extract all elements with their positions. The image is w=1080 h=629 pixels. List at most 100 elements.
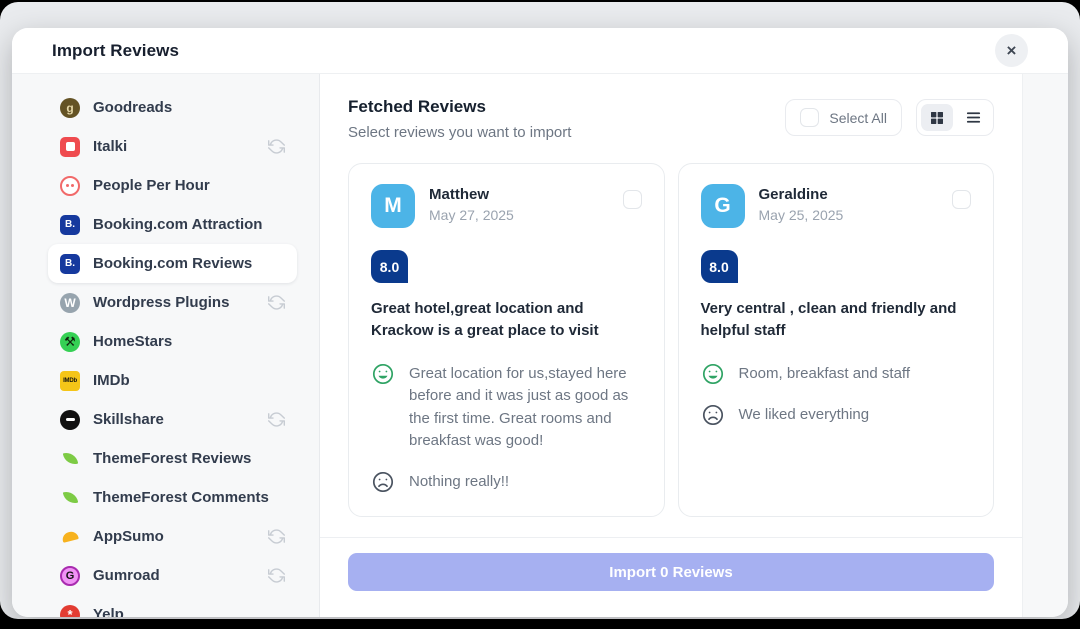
review-checkbox[interactable]: [623, 190, 642, 209]
modal-footer: Import 0 Reviews: [320, 537, 1022, 617]
sidebar-item-label: ThemeForest Reviews: [93, 450, 285, 467]
themeforest-icon: [60, 449, 80, 469]
sidebar-item-goodreads[interactable]: g Goodreads: [48, 88, 297, 127]
reviewer-info: Matthew May 27, 2025: [429, 184, 609, 223]
sidebar-item-label: Yelp: [93, 606, 285, 617]
review-checkbox[interactable]: [952, 190, 971, 209]
yelp-icon: *: [60, 605, 80, 618]
review-card-header: M Matthew May 27, 2025: [371, 184, 642, 228]
import-reviews-button[interactable]: Import 0 Reviews: [348, 553, 994, 591]
reviewer-info: Geraldine May 25, 2025: [759, 184, 939, 223]
list-icon: [965, 109, 982, 126]
modal-body: g Goodreads Italki People Per Hour B. Bo…: [12, 74, 1068, 617]
sad-face-icon: [371, 470, 395, 494]
review-card[interactable]: M Matthew May 27, 2025 8.0 Great hotel,g…: [348, 163, 665, 517]
avatar: M: [371, 184, 415, 228]
sidebar-item-gumroad[interactable]: G Gumroad: [48, 556, 297, 595]
scrollbar-gutter[interactable]: [1022, 74, 1068, 617]
review-card[interactable]: G Geraldine May 25, 2025 8.0 Very centra…: [678, 163, 995, 517]
sidebar-item-italki[interactable]: Italki: [48, 127, 297, 166]
cons-row: We liked everything: [701, 403, 972, 427]
grid-view-button[interactable]: [921, 104, 953, 131]
sidebar-item-label: ThemeForest Comments: [93, 489, 285, 506]
review-card-header: G Geraldine May 25, 2025: [701, 184, 972, 228]
cons-text: Nothing really!!: [409, 470, 509, 494]
sidebar-item-booking-attraction[interactable]: B. Booking.com Attraction: [48, 205, 297, 244]
reviewer-name: Geraldine: [759, 186, 939, 203]
select-all-label: Select All: [829, 110, 887, 126]
list-view-button[interactable]: [957, 104, 989, 131]
review-cards-grid: M Matthew May 27, 2025 8.0 Great hotel,g…: [348, 163, 994, 517]
people-per-hour-icon: [60, 176, 80, 196]
reviews-header: Fetched Reviews Select reviews you want …: [348, 97, 994, 141]
sad-face-icon: [701, 403, 725, 427]
close-icon: ×: [1007, 41, 1017, 61]
fetched-reviews-panel: Fetched Reviews Select reviews you want …: [320, 74, 1022, 617]
sidebar-item-appsumo[interactable]: AppSumo: [48, 517, 297, 556]
sidebar-item-people-per-hour[interactable]: People Per Hour: [48, 166, 297, 205]
rating-badge: 8.0: [371, 250, 408, 283]
sidebar-item-wordpress-plugins[interactable]: W Wordpress Plugins: [48, 283, 297, 322]
avatar: G: [701, 184, 745, 228]
sidebar-item-label: Booking.com Attraction: [93, 216, 285, 233]
modal-title: Import Reviews: [52, 41, 179, 61]
modal-header: Import Reviews ×: [12, 28, 1068, 74]
close-button[interactable]: ×: [995, 34, 1028, 67]
sync-icon[interactable]: [268, 294, 285, 311]
booking-icon: B.: [60, 215, 80, 235]
import-reviews-modal: Import Reviews × g Goodreads Italki Peop…: [12, 28, 1068, 617]
review-date: May 25, 2025: [759, 207, 939, 223]
sidebar-item-skillshare[interactable]: Skillshare: [48, 400, 297, 439]
pros-row: Great location for us,stayed here before…: [371, 362, 642, 453]
sidebar-item-label: HomeStars: [93, 333, 285, 350]
pros-text: Great location for us,stayed here before…: [409, 362, 642, 453]
happy-face-icon: [371, 362, 395, 386]
themeforest-icon: [60, 488, 80, 508]
sidebar-item-yelp[interactable]: * Yelp: [48, 595, 297, 617]
happy-face-icon: [701, 362, 725, 386]
pros-text: Room, breakfast and staff: [739, 362, 910, 386]
header-controls: Select All: [785, 99, 994, 136]
sidebar-item-label: People Per Hour: [93, 177, 285, 194]
booking-icon: B.: [60, 254, 80, 274]
pros-row: Room, breakfast and staff: [701, 362, 972, 386]
skillshare-icon: [60, 410, 80, 430]
review-title: Very central , clean and friendly and he…: [701, 298, 972, 342]
cons-row: Nothing really!!: [371, 470, 642, 494]
imdb-icon: IMDb: [60, 371, 80, 391]
sync-icon[interactable]: [268, 411, 285, 428]
sidebar-item-themeforest-reviews[interactable]: ThemeForest Reviews: [48, 439, 297, 478]
reviewer-name: Matthew: [429, 186, 609, 203]
select-all-button[interactable]: Select All: [785, 99, 902, 136]
italki-icon: [60, 137, 80, 157]
sync-icon[interactable]: [268, 528, 285, 545]
sidebar-item-booking-reviews[interactable]: B. Booking.com Reviews: [48, 244, 297, 283]
sidebar-item-label: Gumroad: [93, 567, 255, 584]
reviews-header-text: Fetched Reviews Select reviews you want …: [348, 97, 571, 141]
panel-subtitle: Select reviews you want to import: [348, 124, 571, 141]
sidebar-item-homestars[interactable]: ⚒ HomeStars: [48, 322, 297, 361]
view-toggle: [916, 99, 994, 136]
pros-cons-list: Great location for us,stayed here before…: [371, 362, 642, 494]
sidebar-item-label: Goodreads: [93, 99, 285, 116]
sync-icon[interactable]: [268, 567, 285, 584]
sidebar-item-label: Italki: [93, 138, 255, 155]
sidebar-item-themeforest-comments[interactable]: ThemeForest Comments: [48, 478, 297, 517]
review-title: Great hotel,great location and Krackow i…: [371, 298, 642, 342]
select-all-checkbox[interactable]: [800, 108, 819, 127]
sidebar-item-imdb[interactable]: IMDb IMDb: [48, 361, 297, 400]
page-backdrop: Import Reviews × g Goodreads Italki Peop…: [0, 2, 1080, 619]
panel-title: Fetched Reviews: [348, 97, 571, 117]
sidebar-item-label: Skillshare: [93, 411, 255, 428]
reviews-scroll-area: Fetched Reviews Select reviews you want …: [320, 74, 1022, 517]
review-date: May 27, 2025: [429, 207, 609, 223]
homestars-icon: ⚒: [60, 332, 80, 352]
goodreads-icon: g: [60, 98, 80, 118]
pros-cons-list: Room, breakfast and staff We liked every…: [701, 362, 972, 427]
sidebar-item-label: AppSumo: [93, 528, 255, 545]
sync-icon[interactable]: [268, 138, 285, 155]
sources-sidebar: g Goodreads Italki People Per Hour B. Bo…: [12, 74, 320, 617]
cons-text: We liked everything: [739, 403, 870, 427]
wordpress-icon: W: [60, 293, 80, 313]
grid-icon: [929, 110, 945, 126]
